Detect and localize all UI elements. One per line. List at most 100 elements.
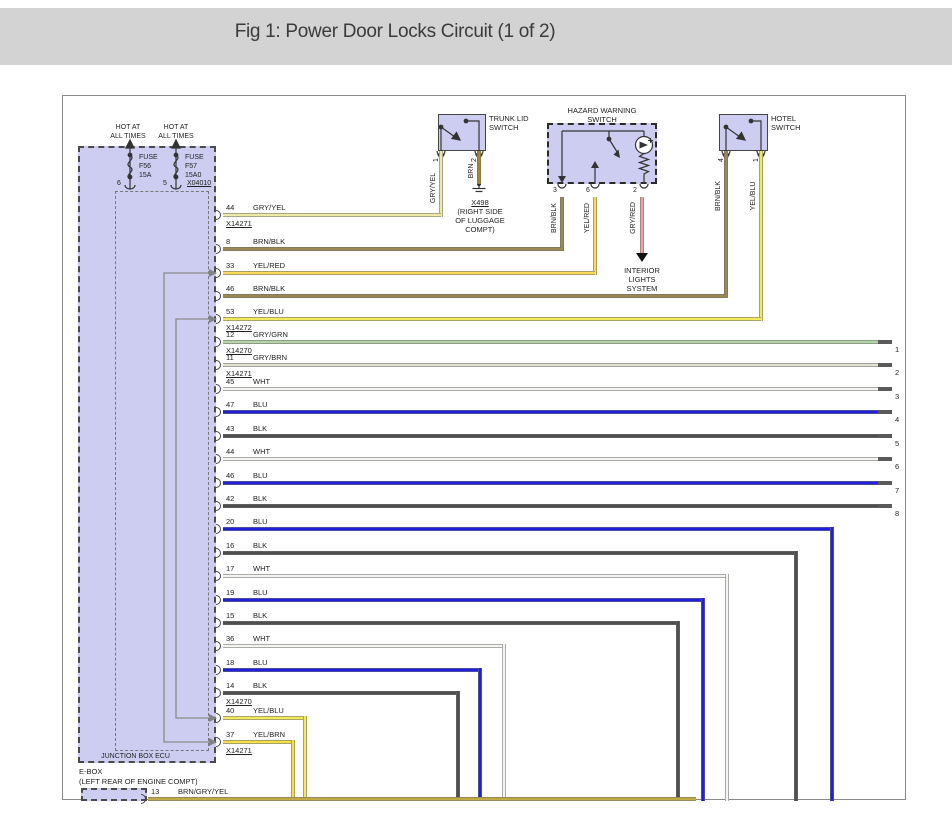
wire-wht: [223, 644, 506, 648]
wire-pin-number: 8: [226, 237, 231, 246]
wire-blk: [223, 551, 798, 555]
connector-label: X14271: [226, 746, 252, 755]
wire-brn-blk: [223, 247, 562, 251]
wire-color-label: YEL/BLU: [253, 706, 284, 715]
wire-color-label: BLU: [253, 658, 268, 667]
pin-bracket: [216, 737, 221, 747]
wire-pin-number: 53: [226, 307, 235, 316]
wire-blk: [223, 691, 460, 695]
wire-rows: 44 GRY/YEL X14271 8 BRN/BLK 33 YEL/RED 46 BRN/BL…: [63, 96, 905, 804]
wire-drop: [456, 691, 460, 801]
wire-color-label: GRY/YEL: [253, 203, 286, 212]
wire-yel-red: [223, 271, 595, 275]
wire-color-label: BLK: [253, 541, 268, 550]
wire-blk: [223, 621, 680, 625]
wire-color-label: BLK: [253, 611, 268, 620]
wire-blk: [223, 434, 891, 438]
page: Fig 1: Power Door Locks Circuit (1 of 2): [0, 0, 952, 817]
pin-bracket: [216, 524, 221, 534]
wire-blu: [223, 598, 705, 602]
wire-pin-number: 46: [226, 284, 235, 293]
wire-end-tick: [878, 434, 892, 438]
page-title: Fig 1: Power Door Locks Circuit (1 of 2): [234, 21, 556, 42]
pin-bracket: [141, 794, 146, 804]
pin-bracket: [216, 244, 221, 254]
wire-pin-number: 40: [226, 706, 235, 715]
wire-blu: [223, 410, 891, 414]
pin-bracket: [216, 665, 221, 675]
wiring-diagram: HOT AT ALL TIMES HOT AT ALL TIMES FUSE F56 1…: [62, 95, 906, 804]
wire-drop: [701, 598, 705, 801]
wire-pin-number: 20: [226, 517, 235, 526]
wire-color-label: BRN/BLK: [253, 284, 286, 293]
wire-color-label: GRY/BRN: [253, 353, 288, 362]
wire-color-label: YEL/BRN: [253, 730, 286, 739]
wire-gry-brn: [223, 363, 891, 367]
wire-brn-gry-yel: [148, 797, 696, 801]
wire-drop: [502, 644, 506, 801]
wire-pin-number: 18: [226, 658, 235, 667]
wire-drop: [291, 740, 295, 801]
wire-blu: [223, 527, 834, 531]
wire-pin-number: 33: [226, 261, 235, 270]
wire-pin-number: 46: [226, 471, 235, 480]
wire-drop: [830, 527, 834, 801]
wire-pin-number: 19: [226, 588, 235, 597]
pin-bracket: [216, 407, 221, 417]
wire-pin-number: 11: [226, 353, 234, 362]
wire-drop: [794, 551, 798, 801]
pin-bracket: [216, 548, 221, 558]
wire-drop: [676, 621, 680, 801]
wire-yel-brn: [223, 740, 295, 744]
pin-bracket: [216, 291, 221, 301]
right-pin-number: 4: [895, 415, 900, 424]
wire-pin-number: 36: [226, 634, 235, 643]
wire-end-tick: [878, 363, 892, 367]
wire-color-label: WHT: [253, 634, 271, 643]
pin-bracket: [216, 360, 221, 370]
wire-color-label: BRN/BLK: [253, 237, 286, 246]
wire-pin-number: 37: [226, 730, 235, 739]
pin-bracket: [216, 501, 221, 511]
wire-pin-number: 16: [226, 541, 235, 550]
wire-pin-number: 15: [226, 611, 235, 620]
wire-blu: [223, 481, 891, 485]
pin-bracket: [216, 571, 221, 581]
wire-pin-number: 42: [226, 494, 235, 503]
wire-color-label: BLK: [253, 494, 268, 503]
wire-end-tick: [878, 504, 892, 508]
pin-bracket: [216, 337, 221, 347]
pin-bracket: [216, 268, 221, 278]
pin-bracket: [216, 595, 221, 605]
right-pin-number: 3: [895, 392, 900, 401]
wire-color-label: WHT: [253, 564, 271, 573]
wire-color-label: BLU: [253, 517, 268, 526]
connector-label: X14271: [226, 219, 252, 228]
pin-bracket: [216, 210, 221, 220]
wire-brn-blk: [223, 294, 726, 298]
wire-color-label: YEL/BLU: [253, 307, 284, 316]
pin-bracket: [216, 478, 221, 488]
wire-color-label: BLU: [253, 471, 268, 480]
pin-bracket: [216, 454, 221, 464]
wire-pin-number: 43: [226, 424, 235, 433]
wire-drop: [478, 668, 482, 801]
wire-end-tick: [878, 457, 892, 461]
wire-color-label: BRN/GRY/YEL: [178, 787, 229, 796]
pin-bracket: [216, 641, 221, 651]
wire-pin-number: 44: [226, 447, 235, 456]
wire-end-tick: [878, 340, 892, 344]
wire-color-label: GRY/GRN: [253, 330, 288, 339]
connector-label: X14270: [226, 697, 252, 706]
wire-color-label: BLU: [253, 588, 268, 597]
right-pin-number: 8: [895, 509, 900, 518]
pin-bracket: [216, 431, 221, 441]
wire-wht: [223, 574, 729, 578]
wire-yel-blu: [223, 716, 307, 720]
wire-blk: [223, 504, 891, 508]
right-pin-number: 1: [895, 345, 900, 354]
wire-drop: [725, 574, 729, 801]
wire-end-tick: [878, 387, 892, 391]
wire-pin-number: 14: [226, 681, 235, 690]
wire-blu: [223, 668, 482, 672]
